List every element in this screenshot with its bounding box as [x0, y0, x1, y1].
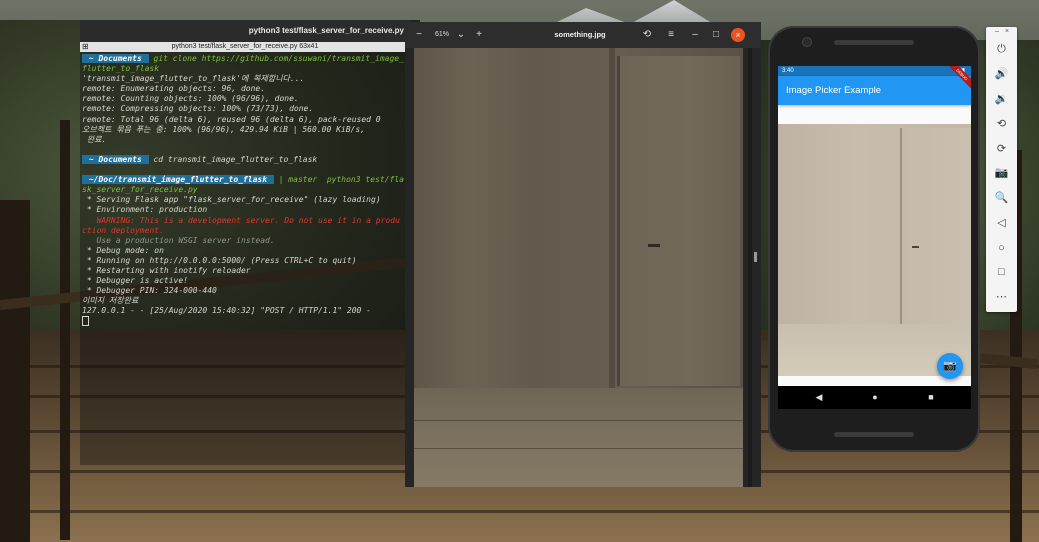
camera-fab-button[interactable]: 📷 — [937, 353, 963, 379]
zoom-level-label[interactable]: 61% — [431, 27, 453, 43]
prompt-directory: ~ Documents — [82, 154, 149, 164]
terminal-titlebar[interactable]: python3 test/flask_server_for_receive.py — [80, 20, 410, 42]
zoom-out-button[interactable]: − — [411, 27, 427, 43]
terminal-request-log: 127.0.0.1 - - [25/Aug/2020 15:40:32] "PO… — [82, 306, 371, 316]
zoom-magnifier-icon[interactable]: 🔍 — [992, 189, 1011, 208]
terminal-prompt-line: ~ Documents git clone https://github.com… — [82, 54, 404, 74]
zoom-in-button[interactable]: + — [471, 27, 487, 43]
terminal-cursor — [82, 316, 89, 327]
nav-back-button[interactable]: ◀ — [804, 386, 834, 409]
bridge-post — [0, 200, 30, 542]
image-filename: something.jpg — [554, 30, 606, 39]
power-icon[interactable]: ⏻ — [992, 40, 1011, 59]
rotate-icon[interactable]: ⟲ — [639, 27, 655, 43]
terminal-warning-line: WARNING: This is a development server. D… — [82, 215, 400, 235]
displayed-image[interactable] — [414, 48, 743, 487]
image-floor — [414, 388, 743, 487]
maximize-button[interactable]: □ — [708, 27, 724, 43]
volume-down-icon[interactable]: 🔉 — [992, 90, 1011, 109]
back-triangle-icon[interactable]: ◁ — [992, 214, 1011, 233]
terminal-output-line: remote: Enumerating objects: 96, done. — [82, 84, 266, 94]
prompt-directory: ~ Documents — [82, 54, 149, 63]
floor-board-line — [414, 420, 743, 421]
bridge-plank — [0, 510, 1039, 513]
terminal-prompt-line: ~ Documents cd transmit_image_flutter_to… — [82, 154, 404, 165]
overview-square-icon[interactable]: □ — [992, 263, 1011, 282]
home-circle-icon[interactable]: ○ — [992, 239, 1011, 258]
android-nav-bar: ◀ ● ■ — [778, 386, 971, 409]
hamburger-menu-icon[interactable]: ≡ — [663, 27, 679, 43]
app-bar: Image Picker Example — [778, 76, 971, 105]
terminal-output-line: remote: Total 96 (delta 6), reused 96 (d… — [82, 114, 381, 124]
close-button[interactable]: × — [731, 28, 745, 42]
screenshot-camera-icon[interactable]: 📷 — [992, 164, 1011, 183]
terminal-output-line: 이미지 저장완료 — [82, 296, 139, 306]
image-viewer-headerbar[interactable]: − 61% ⌄ + something.jpg ⟲ ≡ – □ × — [405, 22, 761, 48]
rotate-left-icon[interactable]: ⟲ — [992, 115, 1011, 134]
status-time: 3:40 — [782, 68, 794, 74]
terminal-output-line: * Debugger PIN: 324-000-440 — [82, 286, 217, 296]
image-door-frame — [609, 48, 615, 393]
more-options-icon[interactable]: ⋯ — [992, 288, 1011, 307]
floor-board-line — [414, 448, 743, 449]
picked-image-preview — [778, 124, 971, 376]
terminal-output-line: remote: Compressing objects: 100% (73/73… — [82, 104, 314, 114]
app-bar-title: Image Picker Example — [786, 85, 882, 96]
android-emulator-device: 3:40 ▾◢▮ Image Picker Example DEBUG 📷 ◀ … — [768, 26, 980, 452]
volume-up-icon[interactable]: 🔊 — [992, 65, 1011, 84]
terminal-output-line: * Environment: production — [82, 205, 208, 215]
earpiece-speaker — [834, 40, 914, 45]
terminal-window[interactable]: python3 test/flask_server_for_receive.py… — [80, 20, 410, 465]
nav-home-button[interactable]: ● — [860, 386, 890, 409]
image-viewer-window[interactable]: − 61% ⌄ + something.jpg ⟲ ≡ – □ × — [405, 22, 761, 487]
front-camera-icon — [802, 37, 812, 47]
terminal-prompt-line: ~/Doc/transmit_image_flutter_to_flask | … — [82, 175, 404, 195]
viewer-scroll-thumb[interactable] — [754, 252, 757, 262]
viewer-scrollbar[interactable] — [748, 48, 752, 487]
android-status-bar: 3:40 ▾◢▮ — [778, 66, 971, 76]
emulator-toolbar: – × ⏻ 🔊 🔉 ⟲ ⟳ 📷 🔍 ◁ ○ □ ⋯ — [986, 27, 1017, 312]
terminal-output-line: * Running on http://0.0.0.0:5000/ (Press… — [82, 255, 357, 265]
preview-door — [900, 128, 971, 328]
terminal-output-line: * Serving Flask app "flask_server_for_re… — [82, 195, 381, 205]
prompt-directory: ~/Doc/transmit_image_flutter_to_flask — [82, 175, 274, 185]
camera-icon: 📷 — [943, 360, 957, 372]
image-door-handle — [648, 244, 660, 247]
preview-door-handle — [912, 246, 919, 248]
terminal-output-line: 완료. — [82, 134, 107, 144]
emulator-close-button[interactable]: × — [1005, 28, 1009, 35]
emulator-minimize-button[interactable]: – — [995, 28, 999, 35]
rotate-right-icon[interactable]: ⟳ — [992, 140, 1011, 159]
minimize-button[interactable]: – — [687, 27, 703, 43]
terminal-output-line: 오브젝트 묶음 푸는 중: 100% (96/96), 429.94 KiB |… — [82, 124, 365, 134]
terminal-output-line: 'transmit_image_flutter_to_flask'에 복제합니다… — [82, 74, 305, 84]
bottom-speaker-grille — [834, 432, 914, 437]
zoom-dropdown-icon[interactable]: ⌄ — [455, 27, 467, 43]
terminal-output-line: * Restarting with inotify reloader — [82, 265, 251, 275]
bridge-post — [60, 120, 70, 540]
image-door — [617, 56, 740, 386]
terminal-output-line: * Debug mode: on — [82, 245, 164, 255]
terminal-output-line: remote: Counting objects: 100% (96/96), … — [82, 94, 299, 104]
nav-recents-button[interactable]: ■ — [916, 386, 946, 409]
terminal-output-line: * Debugger is active! — [82, 276, 188, 286]
terminal-tab-label: python3 test/flask_server_for_receive.py… — [171, 43, 319, 50]
command-text: cd transmit_image_flutter_to_flask — [148, 154, 318, 164]
terminal-output-line: Use a production WSGI server instead. — [82, 235, 275, 245]
git-branch-indicator: | master — [273, 175, 323, 185]
terminal-output[interactable]: ~ Documents git clone https://github.com… — [82, 54, 404, 327]
terminal-tab-bar[interactable]: ⊞ python3 test/flask_server_for_receive.… — [80, 42, 410, 52]
phone-screen[interactable]: 3:40 ▾◢▮ Image Picker Example DEBUG 📷 ◀ … — [778, 66, 971, 409]
